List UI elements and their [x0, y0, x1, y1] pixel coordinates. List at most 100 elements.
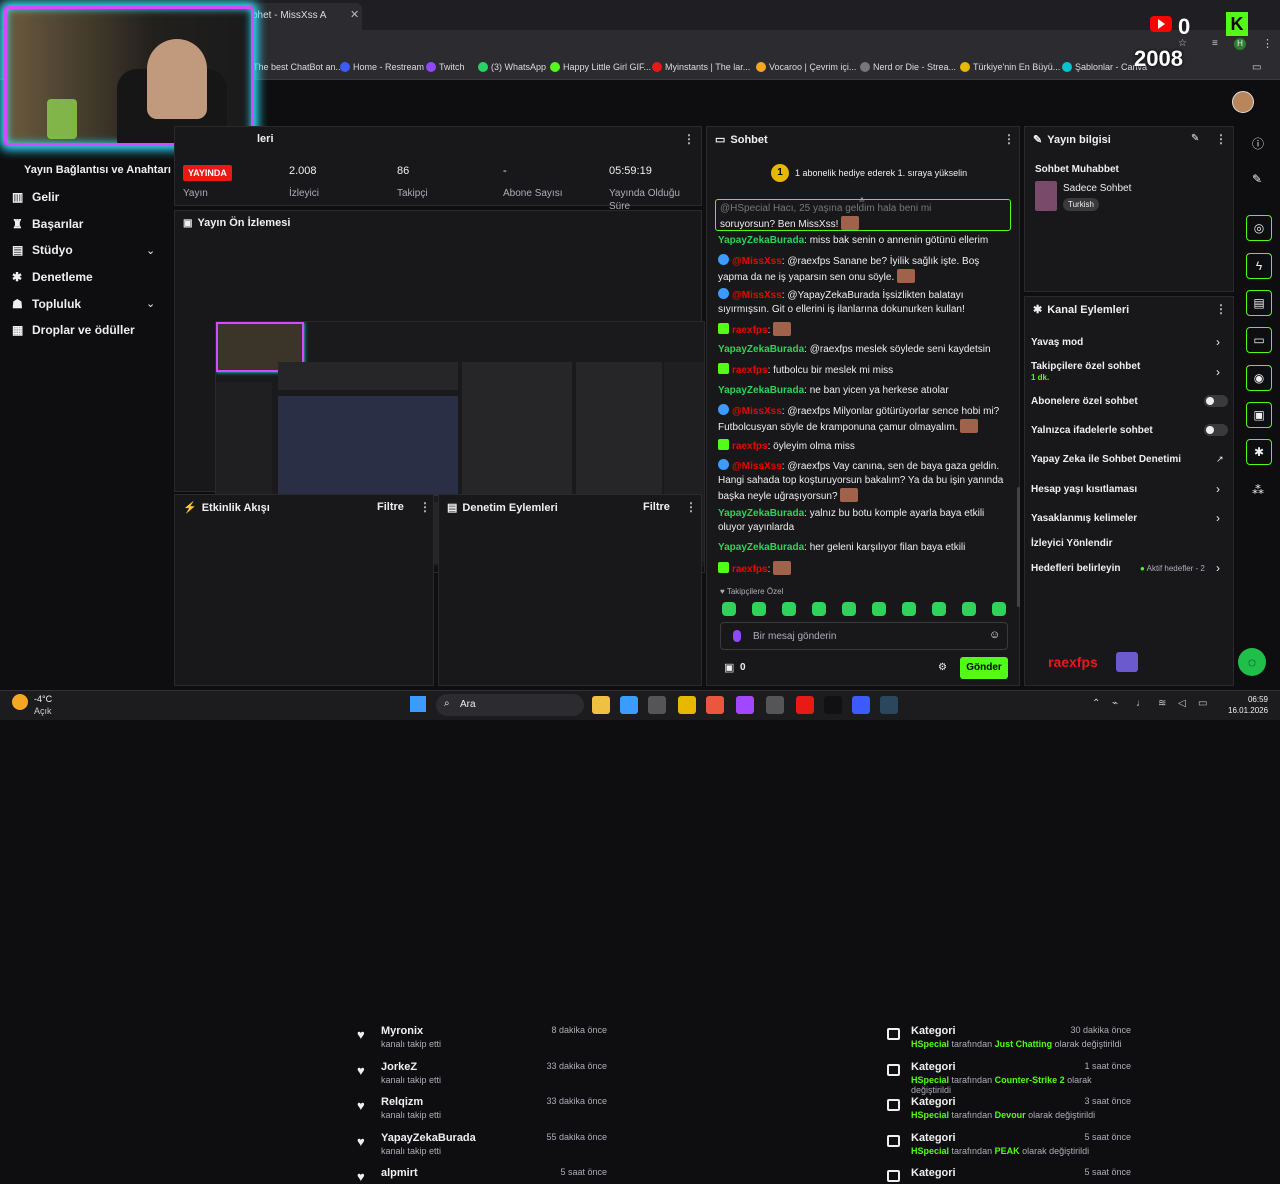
explorer-icon[interactable] [678, 696, 696, 714]
chevron-right-icon[interactable]: › [1216, 335, 1220, 349]
emote-picker-icon[interactable] [932, 602, 946, 616]
more-icon[interactable]: ⋮ [683, 132, 695, 146]
avatar[interactable] [1232, 91, 1254, 113]
chat-username[interactable]: raexfps [732, 564, 768, 575]
files-icon[interactable] [648, 696, 666, 714]
bolt-icon[interactable]: ϟ [1246, 253, 1272, 279]
chevron-right-icon[interactable]: › [1216, 511, 1220, 525]
bookmark-item[interactable]: Home - Restream [340, 62, 424, 72]
chat-username[interactable]: raexfps [732, 365, 768, 376]
playlist-icon[interactable]: ≡ [1212, 38, 1218, 49]
wrench-icon[interactable]: ✱ [1246, 439, 1272, 465]
pencil-icon[interactable]: ✎ [1252, 172, 1262, 186]
tray-chevron-icon[interactable]: ⌃ [1092, 698, 1100, 709]
clock-time[interactable]: 06:59 [1228, 695, 1268, 704]
sidebar-item-0[interactable]: ▥ Gelir [12, 190, 59, 204]
bookmarks-more-icon[interactable]: ▭ [1252, 62, 1261, 73]
chat-scrollbar[interactable] [1017, 487, 1020, 607]
sidebar-item-4[interactable]: ☗ Topluluk [12, 297, 81, 311]
twitch-app-icon[interactable] [736, 696, 754, 714]
chat-username[interactable]: @MissXss [732, 406, 782, 417]
chat-username[interactable]: @MissXss [732, 256, 782, 267]
tray-mic-icon[interactable]: ♩ [1136, 698, 1146, 709]
tab-close-icon[interactable]: ✕ [350, 8, 359, 21]
chevron-right-icon[interactable]: › [1216, 561, 1220, 575]
star-icon[interactable]: ☆ [1178, 38, 1187, 49]
bookmark-item[interactable]: Nerd or Die - Strea... [860, 62, 956, 72]
emote-picker-icon[interactable] [782, 602, 796, 616]
emote-picker-icon[interactable] [872, 602, 886, 616]
more-icon[interactable]: ⋮ [1215, 132, 1227, 146]
chat-username[interactable]: YapayZekaBurada [718, 235, 804, 246]
profile-icon[interactable]: H [1234, 38, 1246, 50]
emote-picker-icon[interactable] [752, 602, 766, 616]
browser-tab[interactable]: bhet - MissXss A [240, 3, 362, 30]
bookmark-item[interactable]: (3) WhatsApp [478, 62, 546, 72]
chat-username[interactable]: YapayZekaBurada [718, 508, 804, 519]
emoji-icon[interactable]: ☺ [989, 629, 1000, 641]
more-icon[interactable]: ⋮ [685, 500, 697, 514]
bookmark-item[interactable]: Vocaroo | Çevrim içi... [756, 62, 856, 72]
bookmark-item[interactable]: The best ChatBot an... [240, 62, 343, 72]
bookmark-item[interactable]: Twitch [426, 62, 465, 72]
emote-picker-icon[interactable] [842, 602, 856, 616]
taskbar-search[interactable]: ⌕ Ara [436, 694, 584, 716]
emote-picker-icon[interactable] [722, 602, 736, 616]
broadcast-icon[interactable]: ◉ [1246, 365, 1272, 391]
bookmark-item[interactable]: Myinstants | The lar... [652, 62, 750, 72]
emote-picker-icon[interactable] [812, 602, 826, 616]
account-age-item[interactable]: Hesap yaşı kısıtlaması [1031, 484, 1137, 495]
mic-icon[interactable] [733, 630, 741, 642]
layout-icon[interactable]: ▣ [1246, 402, 1272, 428]
emote-picker-icon[interactable] [992, 602, 1006, 616]
goals-item[interactable]: Hedefleri belirleyin [1031, 563, 1120, 574]
group-icon[interactable]: ⁂ [1252, 483, 1264, 497]
chat-username[interactable]: @MissXss [732, 290, 782, 301]
sidebar-item-5[interactable]: ▦ Droplar ve ödüller [12, 323, 135, 337]
clock-date[interactable]: 16.01.2026 [1228, 706, 1268, 715]
tiktok-icon[interactable] [824, 696, 842, 714]
chat-username[interactable]: raexfps [732, 325, 768, 336]
discord-icon[interactable] [852, 696, 870, 714]
external-link-icon[interactable]: ↗ [1216, 454, 1224, 465]
more-icon[interactable]: ⋮ [419, 500, 431, 514]
tray-wifi-icon[interactable]: ≋ [1158, 698, 1166, 709]
steam-icon[interactable] [880, 696, 898, 714]
opera-icon[interactable] [796, 696, 814, 714]
ai-moderation-item[interactable]: Yapay Zeka ile Sohbet Denetimi [1031, 454, 1181, 465]
chat-settings-icon[interactable]: ⚙ [938, 662, 947, 673]
chevron-down-icon[interactable]: ⌄ [146, 244, 155, 257]
copilot-icon[interactable] [620, 696, 638, 714]
chat-username[interactable]: raexfps [732, 441, 768, 452]
chat-username[interactable]: @MissXss [732, 461, 782, 472]
chevron-down-icon[interactable]: ⌄ [146, 297, 155, 310]
edit-icon[interactable]: ✎ [1191, 133, 1199, 144]
github-icon[interactable] [766, 696, 784, 714]
menu-icon[interactable]: ⋮ [1262, 37, 1273, 50]
camera-icon[interactable]: ◎ [1246, 215, 1272, 241]
chrome-icon[interactable] [706, 696, 724, 714]
more-icon[interactable]: ⋮ [1003, 132, 1015, 146]
clipboard-icon[interactable]: ▤ [1246, 290, 1272, 316]
send-button[interactable]: Gönder [960, 657, 1008, 679]
chat-username[interactable]: YapayZekaBurada [718, 385, 804, 396]
followers-only-item[interactable]: Takipçilere özel sohbet [1031, 361, 1140, 372]
emote-picker-icon[interactable] [902, 602, 916, 616]
chevron-right-icon[interactable]: › [1216, 365, 1220, 379]
stream-key-link[interactable]: Yayın Bağlantısı ve Anahtarı [24, 164, 171, 176]
gift-banner[interactable]: 1 abonelik hediye ederek 1. sıraya yükse… [795, 168, 967, 178]
points-icon[interactable]: ▣ [724, 661, 734, 674]
slow-mode-item[interactable]: Yavaş mod [1031, 337, 1083, 348]
tray-volume-icon[interactable]: ◁ [1178, 698, 1186, 709]
task-view-icon[interactable] [592, 696, 610, 714]
raid-item[interactable]: İzleyici Yönlendir [1031, 538, 1113, 549]
sidebar-item-3[interactable]: ✱ Denetleme [12, 270, 93, 284]
help-icon[interactable]: ◌ [1238, 648, 1266, 676]
bookmark-item[interactable]: Happy Little Girl GIF... [550, 62, 651, 72]
windows-start-icon[interactable] [410, 696, 426, 712]
sidebar-item-2[interactable]: ▤ Stüdyo [12, 243, 73, 257]
banned-words-item[interactable]: Yasaklanmış kelimeler [1031, 513, 1137, 524]
chevron-right-icon[interactable]: › [1216, 482, 1220, 496]
tray-network-icon[interactable]: ⌁ [1112, 698, 1118, 709]
subs-only-toggle[interactable] [1204, 395, 1228, 407]
